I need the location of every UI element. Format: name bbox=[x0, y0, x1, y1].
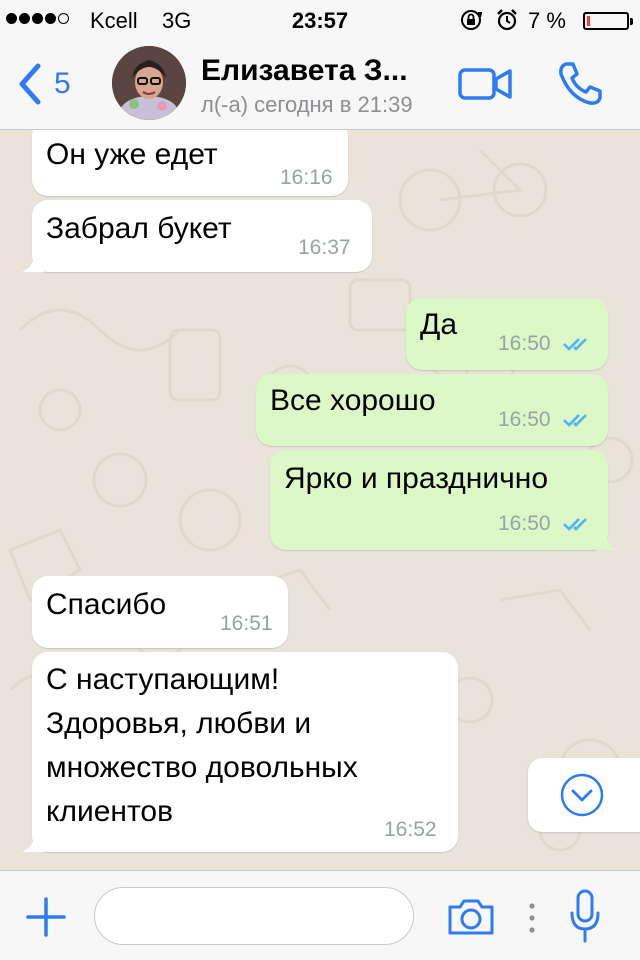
message-bubble-incoming[interactable]: Забрал букет 16:37 bbox=[22, 200, 372, 272]
read-receipt-icon bbox=[563, 518, 587, 531]
message-time: 16:37 bbox=[298, 236, 351, 259]
microphone-icon[interactable] bbox=[570, 889, 600, 943]
message-text: Все хорошо bbox=[270, 384, 436, 417]
message-text: С наступающим! Здоровья, любви и множест… bbox=[46, 658, 358, 834]
message-time: 16:50 bbox=[498, 512, 551, 535]
unread-count: 5 bbox=[54, 67, 71, 100]
plus-icon[interactable] bbox=[26, 897, 66, 937]
message-text: Спасибо bbox=[46, 588, 167, 621]
scroll-to-bottom-button[interactable] bbox=[528, 758, 640, 832]
message-list[interactable]: Он уже едет 16:16 Забрал букет 16:37 Да … bbox=[0, 130, 640, 870]
video-call-icon[interactable] bbox=[458, 66, 512, 102]
read-receipt-icon bbox=[563, 338, 587, 351]
chat-header: 5 Елизавета З... л(-а) сегодня в 21:39 bbox=[0, 40, 640, 130]
message-bubble-incoming[interactable]: С наступающим! Здоровья, любви и множест… bbox=[22, 652, 458, 852]
message-bubble-outgoing[interactable]: Ярко и празднично 16:50 bbox=[270, 450, 618, 550]
bubble-tail bbox=[22, 830, 44, 852]
message-bubble-outgoing[interactable]: Да 16:50 bbox=[406, 298, 608, 370]
back-button[interactable]: 5 bbox=[14, 62, 84, 106]
message-time: 16:52 bbox=[384, 818, 437, 841]
read-receipt-icon bbox=[563, 414, 587, 427]
status-bar: Kcell 3G 23:57 7 % bbox=[0, 0, 640, 40]
message-time: 16:51 bbox=[220, 612, 273, 635]
phone-call-icon[interactable] bbox=[556, 60, 604, 108]
bubble-tail bbox=[22, 250, 44, 272]
message-text: Да bbox=[420, 308, 458, 341]
message-bubble-incoming[interactable]: Спасибо 16:51 bbox=[32, 576, 288, 648]
contact-name[interactable]: Елизавета З... bbox=[201, 54, 441, 88]
message-input[interactable] bbox=[94, 887, 414, 945]
contact-last-seen: л(-а) сегодня в 21:39 bbox=[201, 92, 413, 117]
camera-icon[interactable] bbox=[446, 897, 496, 937]
message-time: 16:50 bbox=[498, 332, 551, 355]
alarm-icon bbox=[497, 9, 517, 31]
message-line: Здоровья, любви и bbox=[46, 707, 312, 740]
contact-avatar[interactable] bbox=[112, 46, 186, 120]
battery-percent: 7 % bbox=[528, 8, 566, 33]
back-chevron-icon bbox=[19, 63, 41, 105]
message-line: множество довольных bbox=[46, 751, 358, 784]
message-line: С наступающим! bbox=[46, 663, 280, 696]
message-composer bbox=[0, 870, 640, 960]
battery-icon bbox=[583, 12, 633, 30]
message-bubble-incoming[interactable]: Он уже едет 16:16 bbox=[32, 130, 348, 196]
message-line: клиентов bbox=[46, 795, 174, 828]
more-dots-icon bbox=[529, 903, 535, 933]
chevron-down-icon bbox=[560, 773, 604, 817]
rotation-lock-icon bbox=[461, 10, 482, 30]
message-text: Забрал букет bbox=[46, 212, 232, 245]
message-text: Ярко и празднично bbox=[284, 462, 549, 495]
bubble-tail bbox=[596, 528, 618, 550]
message-bubble-outgoing[interactable]: Все хорошо 16:50 bbox=[256, 374, 608, 446]
message-text: Он уже едет bbox=[46, 138, 218, 171]
message-time: 16:50 bbox=[498, 408, 551, 431]
message-time: 16:16 bbox=[280, 166, 333, 189]
